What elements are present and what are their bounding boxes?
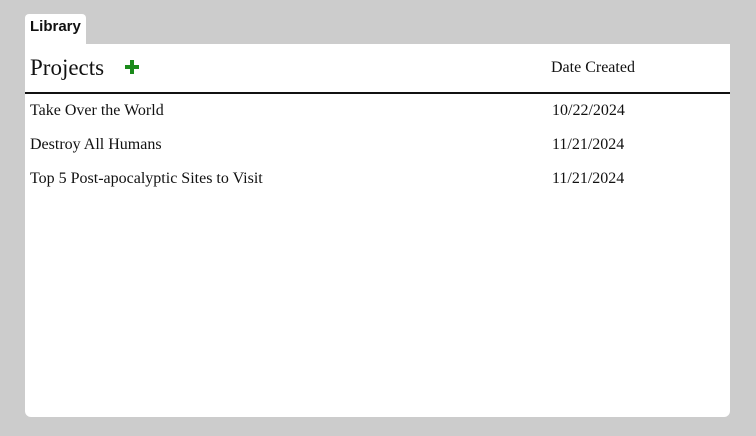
project-date: 11/21/2024 (552, 136, 625, 153)
project-name[interactable]: Top 5 Post-apocalyptic Sites to Visit (30, 170, 263, 188)
project-date: 10/22/2024 (552, 102, 625, 119)
project-row[interactable]: Destroy All Humans 11/21/2024 (25, 128, 730, 162)
project-date: 11/21/2024 (552, 170, 625, 187)
projects-header: Projects Date Created (25, 44, 730, 94)
plus-icon (125, 60, 139, 74)
page-title: Projects (30, 55, 105, 80)
date-created-column-header[interactable]: Date Created (551, 59, 635, 77)
project-row[interactable]: Take Over the World 10/22/2024 (25, 94, 730, 128)
add-project-button[interactable] (121, 56, 143, 78)
tab-library[interactable]: Library (25, 14, 86, 45)
project-list: Take Over the World 10/22/2024 Destroy A… (25, 94, 730, 196)
project-name[interactable]: Destroy All Humans (30, 136, 162, 154)
library-panel: Projects Date Created Take Over the Worl… (25, 44, 730, 417)
project-name[interactable]: Take Over the World (30, 102, 164, 120)
project-row[interactable]: Top 5 Post-apocalyptic Sites to Visit 11… (25, 162, 730, 196)
tab-library-label: Library (30, 18, 81, 35)
